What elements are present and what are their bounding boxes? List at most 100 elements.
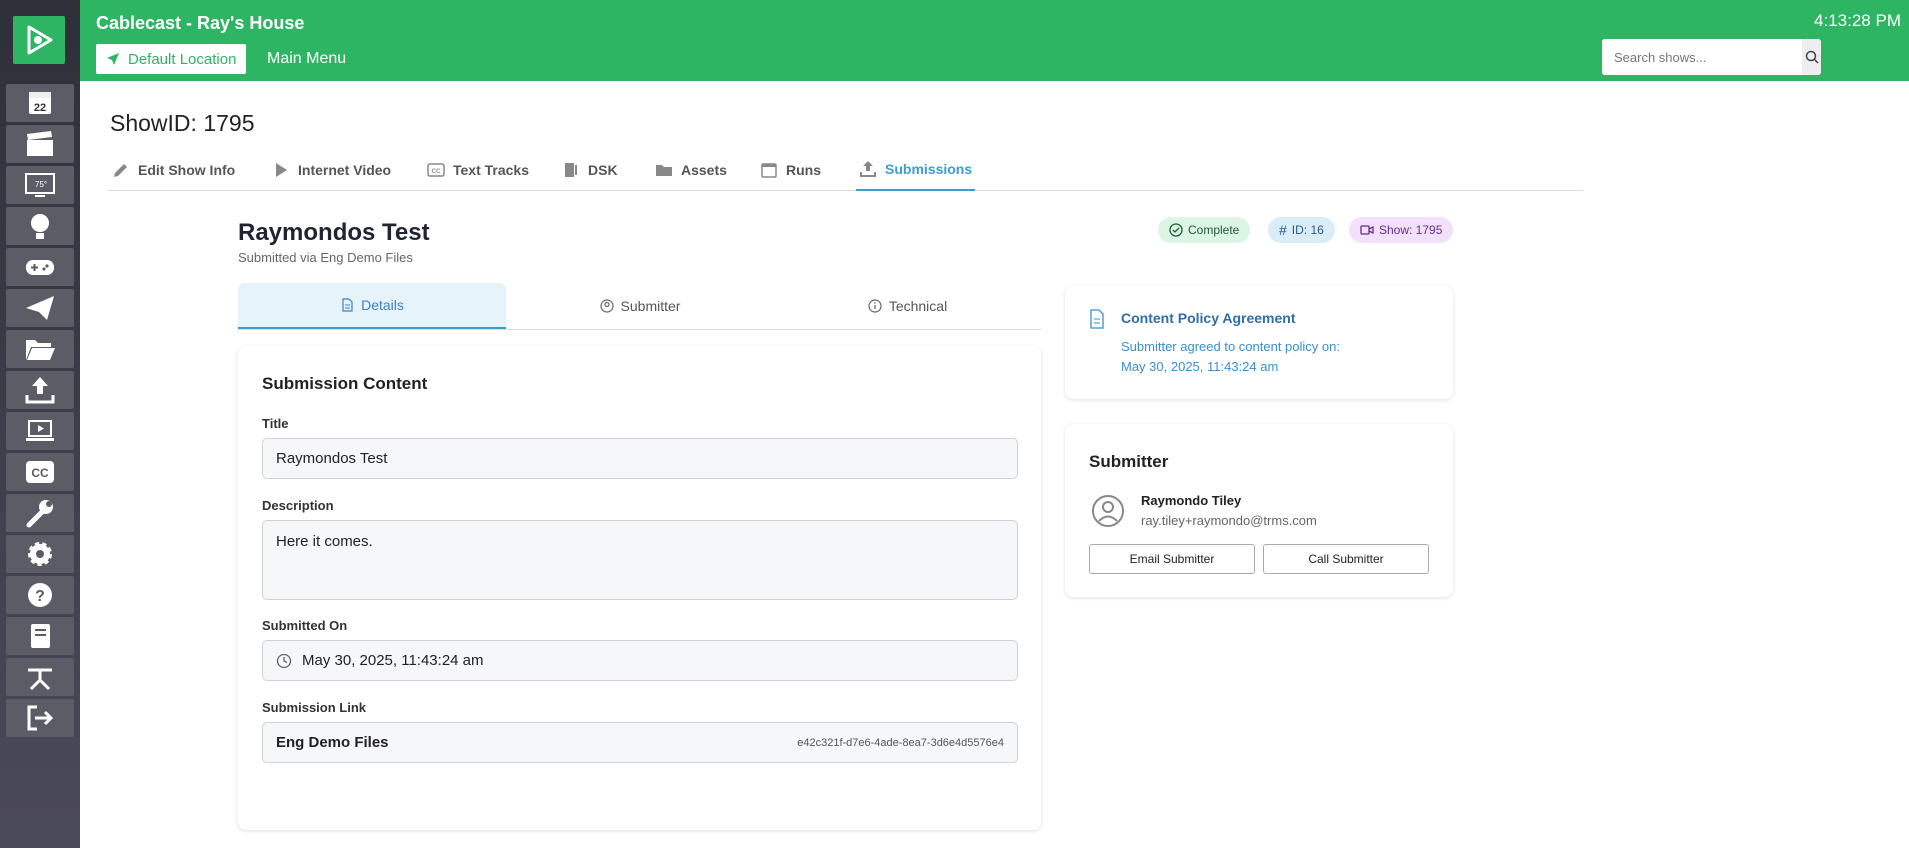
submitter-heading: Submitter [1089, 452, 1169, 471]
tab-internet-video[interactable]: Internet Video [272, 148, 391, 191]
show-tabs: Edit Show Info Internet Video CC Text Tr… [108, 148, 1583, 191]
page-title: ShowID: 1795 [110, 110, 255, 136]
sidebar-item-shows[interactable] [6, 125, 74, 163]
submission-source: Submitted via Eng Demo Files [238, 250, 413, 265]
tab-text-tracks[interactable]: CC Text Tracks [427, 148, 529, 191]
help-icon: ? [28, 583, 52, 607]
tab-label: Internet Video [298, 161, 392, 178]
clock-icon [276, 653, 292, 668]
sidebar-item-publish[interactable] [6, 289, 74, 327]
sidebar-item-docs[interactable] [6, 617, 74, 655]
tab-label: Edit Show Info [138, 161, 236, 178]
tab-runs[interactable]: Runs [760, 148, 821, 191]
email-submitter-button[interactable]: Email Submitter [1089, 544, 1255, 574]
network-icon [28, 668, 52, 691]
submitter-name: Raymondo Tiley [1141, 493, 1242, 508]
laptop-play-icon [26, 420, 54, 441]
closed-caption-icon: CC [26, 461, 54, 483]
logout-icon [27, 705, 54, 731]
sidebar-item-control[interactable] [6, 248, 74, 286]
sidebar-item-upload[interactable] [6, 371, 74, 409]
info-icon [868, 299, 882, 313]
upload-icon [860, 160, 876, 177]
tab-label: Runs [786, 161, 821, 178]
subtab-label: Details [361, 297, 404, 313]
calendar-icon: 22 [29, 92, 51, 114]
title-value: Raymondos Test [276, 450, 388, 467]
search-box [1602, 39, 1821, 75]
book-icon [31, 624, 50, 648]
play-logo-icon [27, 25, 53, 55]
wrench-icon [26, 500, 53, 528]
user-avatar-icon [1092, 495, 1124, 527]
section-heading: Submission Content [262, 374, 428, 393]
submission-link-name: Eng Demo Files [276, 734, 389, 751]
id-badge: # ID: 16 [1268, 217, 1335, 243]
policy-title: Content Policy Agreement [1121, 310, 1296, 326]
paper-plane-icon [26, 296, 54, 320]
svg-text:75°: 75° [35, 180, 47, 189]
search-input[interactable] [1602, 39, 1802, 75]
svg-text:22: 22 [34, 102, 46, 114]
hash-icon: # [1279, 222, 1287, 238]
presenter-icon [31, 214, 49, 239]
calendar-icon [761, 162, 777, 178]
tab-submissions[interactable]: Submissions [856, 148, 976, 191]
show-badge-label: Show: 1795 [1379, 223, 1443, 237]
user-circle-icon [599, 299, 614, 313]
sidebar-item-logout[interactable] [6, 699, 74, 737]
play-icon [276, 162, 287, 177]
sidebar-item-settings[interactable] [6, 535, 74, 573]
svg-text:CC: CC [432, 169, 441, 175]
subtab-technical[interactable]: Technical [774, 283, 1041, 329]
submission-content-card: Submission Content Title Raymondos Test … [238, 346, 1041, 830]
sidebar-item-schedule[interactable]: 22 [6, 84, 74, 122]
location-label: Default Location [128, 50, 237, 68]
sidebar-item-files[interactable] [6, 330, 74, 368]
description-field[interactable]: Here it comes. [262, 520, 1018, 600]
subtab-label: Submitter [620, 298, 681, 314]
sidebar-item-bulletin[interactable]: 75° [6, 166, 74, 204]
app-logo[interactable] [13, 16, 65, 64]
location-button[interactable]: Default Location [96, 44, 247, 74]
sidebar-item-tools[interactable] [6, 494, 74, 532]
sidebar-item-presenter[interactable] [6, 207, 74, 245]
clock: 4:13:28 PM [1814, 11, 1901, 30]
show-badge[interactable]: Show: 1795 [1349, 217, 1454, 243]
submission-title: Raymondos Test [238, 219, 430, 246]
tab-label: Text Tracks [453, 161, 530, 178]
upload-icon [25, 377, 55, 404]
description-label: Description [262, 498, 334, 513]
tab-edit-show-info[interactable]: Edit Show Info [112, 148, 235, 191]
svg-text:CC: CC [31, 466, 49, 480]
subtab-details[interactable]: Details [238, 283, 506, 329]
sidebar-item-network[interactable] [6, 658, 74, 696]
subtab-submitter[interactable]: Submitter [506, 283, 774, 329]
policy-line: Submitter agreed to content policy on: [1121, 339, 1340, 354]
main-menu-link[interactable]: Main Menu [267, 50, 346, 68]
title-label: Title [262, 416, 289, 431]
tab-assets[interactable]: Assets [655, 148, 727, 191]
submitted-on-value: May 30, 2025, 11:43:24 am [302, 652, 484, 669]
sidebar-item-help[interactable]: ? [6, 576, 74, 614]
sidebar-item-captions[interactable]: CC [6, 453, 74, 491]
check-circle-icon [1169, 223, 1183, 237]
description-value: Here it comes. [276, 533, 373, 550]
gear-icon [28, 542, 52, 566]
policy-date: May 30, 2025, 11:43:24 am [1121, 359, 1279, 374]
subtab-label: Technical [888, 298, 948, 314]
call-submitter-button[interactable]: Call Submitter [1263, 544, 1429, 574]
monitor-weather-icon: 75° [25, 173, 55, 197]
search-button[interactable] [1802, 39, 1821, 75]
search-icon [1805, 50, 1819, 64]
submission-tabs: Details Submitter Technical [238, 283, 1041, 330]
app-title: Cablecast - Ray's House [96, 13, 305, 33]
title-field[interactable]: Raymondos Test [262, 438, 1018, 479]
submission-link-field[interactable]: Eng Demo Files e42c321f-d7e6-4ade-8ea7-3… [262, 722, 1018, 763]
tab-dsk[interactable]: DSK [562, 148, 618, 191]
id-badge-label: ID: 16 [1291, 223, 1324, 237]
submitted-on-field: May 30, 2025, 11:43:24 am [262, 640, 1018, 681]
video-icon [1360, 225, 1374, 235]
pencil-icon [114, 163, 127, 177]
sidebar-item-vod[interactable] [6, 412, 74, 450]
